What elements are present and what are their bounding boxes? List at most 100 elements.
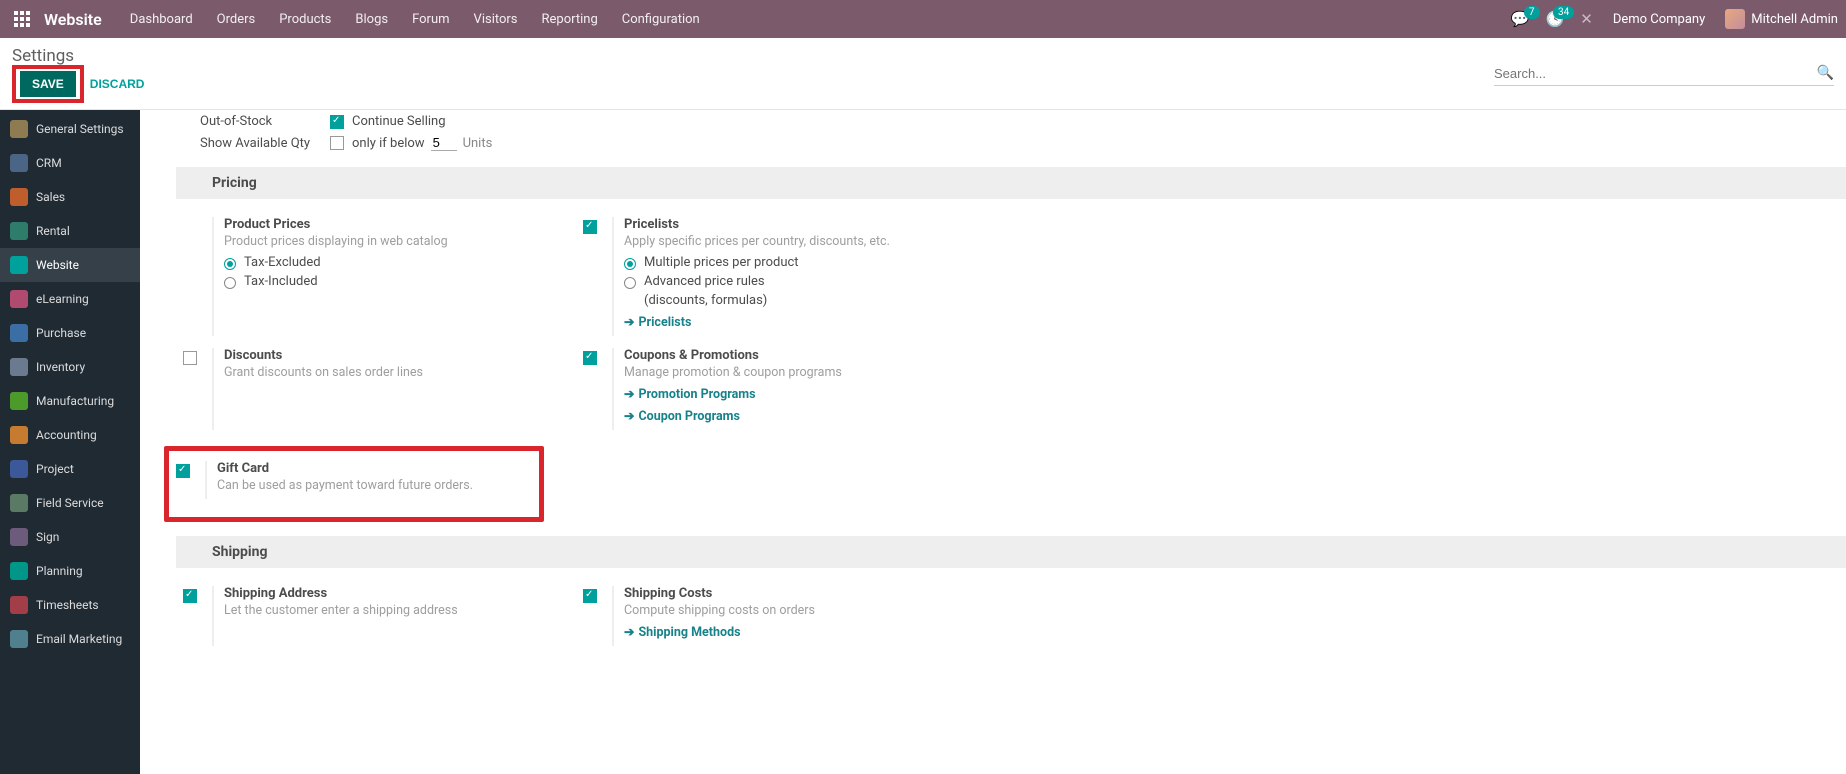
shipping-methods-link[interactable]: ➔Shipping Methods	[624, 624, 976, 640]
sidebar-item-purchase[interactable]: Purchase	[0, 316, 140, 350]
sidebar-item-label: Field Service	[36, 496, 104, 510]
settings-content: Out-of-Stock Continue Selling Show Avail…	[140, 110, 1846, 774]
sidebar-item-label: Website	[36, 258, 79, 272]
show-qty-row: Show Available Qty only if below Units	[200, 131, 1846, 153]
sidebar-item-general-settings[interactable]: General Settings	[0, 112, 140, 146]
arrow-right-icon: ➔	[624, 314, 634, 330]
promotion-programs-link[interactable]: ➔Promotion Programs	[624, 386, 976, 402]
setting-pricelists: Pricelists Apply specific prices per cou…	[576, 211, 976, 342]
save-button[interactable]: SAVE	[20, 71, 76, 97]
pricelists-link[interactable]: ➔Pricelists	[624, 314, 976, 330]
sidebar-item-label: Project	[36, 462, 74, 476]
qty-threshold-input[interactable]	[431, 135, 457, 151]
activities-badge: 34	[1553, 6, 1574, 19]
coupon-programs-link[interactable]: ➔Coupon Programs	[624, 408, 976, 424]
sidebar-item-sales[interactable]: Sales	[0, 180, 140, 214]
sidebar-item-accounting[interactable]: Accounting	[0, 418, 140, 452]
sidebar-item-website[interactable]: Website	[0, 248, 140, 282]
sidebar-item-inventory[interactable]: Inventory	[0, 350, 140, 384]
sidebar-item-label: CRM	[36, 156, 62, 170]
module-icon	[10, 256, 28, 274]
setting-shipping-costs: Shipping Costs Compute shipping costs on…	[576, 580, 976, 652]
sidebar-item-label: Inventory	[36, 360, 85, 374]
only-if-below-label: only if below	[352, 136, 425, 151]
close-icon[interactable]: ✕	[1580, 10, 1593, 28]
module-icon	[10, 528, 28, 546]
page-title: Settings	[12, 46, 74, 66]
activities-icon[interactable]: 🕓 34	[1546, 10, 1565, 28]
sidebar-item-planning[interactable]: Planning	[0, 554, 140, 588]
sidebar-item-rental[interactable]: Rental	[0, 214, 140, 248]
sidebar-item-sign[interactable]: Sign	[0, 520, 140, 554]
user-name: Mitchell Admin	[1751, 12, 1838, 27]
nav-visitors[interactable]: Visitors	[462, 12, 530, 27]
product-prices-title: Product Prices	[224, 217, 576, 232]
tax-included-radio[interactable]	[224, 277, 236, 289]
sidebar-item-label: eLearning	[36, 292, 89, 306]
sidebar-item-project[interactable]: Project	[0, 452, 140, 486]
discounts-checkbox[interactable]	[183, 351, 197, 365]
nav-dashboard[interactable]: Dashboard	[118, 12, 205, 27]
sidebar-item-field-service[interactable]: Field Service	[0, 486, 140, 520]
sidebar-item-label: Rental	[36, 224, 70, 238]
shipping-costs-title: Shipping Costs	[624, 586, 976, 601]
subheader: Settings SAVE DISCARD 🔍	[0, 38, 1846, 110]
shipping-address-checkbox[interactable]	[183, 589, 197, 603]
messages-icon[interactable]: 💬 7	[1511, 10, 1530, 28]
nav-blogs[interactable]: Blogs	[343, 12, 400, 27]
search-bar: 🔍	[1494, 62, 1834, 86]
show-qty-label: Show Available Qty	[200, 136, 330, 151]
module-icon	[10, 188, 28, 206]
coupons-title: Coupons & Promotions	[624, 348, 976, 363]
setting-product-prices: Product Prices Product prices displaying…	[176, 211, 576, 342]
nav-forum[interactable]: Forum	[400, 12, 461, 27]
sidebar-item-manufacturing[interactable]: Manufacturing	[0, 384, 140, 418]
settings-sidebar: General Settings CRM Sales Rental Website eLe…	[0, 110, 140, 774]
sidebar-item-label: Purchase	[36, 326, 86, 340]
nav-products[interactable]: Products	[267, 12, 343, 27]
tax-excluded-radio[interactable]	[224, 258, 236, 270]
coupons-checkbox[interactable]	[583, 351, 597, 365]
shipping-costs-checkbox[interactable]	[583, 589, 597, 603]
nav-configuration[interactable]: Configuration	[610, 12, 712, 27]
multi-price-radio[interactable]	[624, 258, 636, 270]
module-icon	[10, 562, 28, 580]
setting-shipping-address: Shipping Address Let the customer enter …	[176, 580, 576, 652]
sidebar-item-label: Sales	[36, 190, 65, 204]
continue-selling-checkbox[interactable]	[330, 115, 344, 129]
search-icon[interactable]: 🔍	[1817, 65, 1834, 81]
pricelists-desc: Apply specific prices per country, disco…	[624, 234, 976, 249]
sidebar-item-crm[interactable]: CRM	[0, 146, 140, 180]
setting-coupons: Coupons & Promotions Manage promotion & …	[576, 342, 976, 436]
module-icon	[10, 460, 28, 478]
topbar: Website Dashboard Orders Products Blogs …	[0, 0, 1846, 38]
gift-card-desc: Can be used as payment toward future ord…	[217, 478, 533, 493]
nav-orders[interactable]: Orders	[205, 12, 268, 27]
arrow-right-icon: ➔	[624, 386, 634, 402]
module-icon	[10, 392, 28, 410]
apps-launcher-icon[interactable]	[8, 5, 36, 33]
adv-price-radio[interactable]	[624, 277, 636, 289]
search-input[interactable]	[1494, 62, 1811, 85]
pricing-header: Pricing	[176, 167, 1846, 199]
only-if-below-checkbox[interactable]	[330, 136, 344, 150]
brand-title[interactable]: Website	[44, 10, 102, 29]
sidebar-item-label: Planning	[36, 564, 83, 578]
gift-card-checkbox[interactable]	[176, 464, 190, 478]
units-label: Units	[463, 136, 493, 151]
out-of-stock-row: Out-of-Stock Continue Selling	[200, 110, 1846, 131]
product-prices-desc: Product prices displaying in web catalog	[224, 234, 576, 249]
nav-reporting[interactable]: Reporting	[530, 12, 610, 27]
pricelists-checkbox[interactable]	[583, 220, 597, 234]
user-menu[interactable]: Mitchell Admin	[1725, 9, 1838, 29]
sidebar-item-label: Accounting	[36, 428, 97, 442]
pricelists-title: Pricelists	[624, 217, 976, 232]
company-name[interactable]: Demo Company	[1613, 12, 1705, 27]
sidebar-item-elearning[interactable]: eLearning	[0, 282, 140, 316]
sidebar-item-email-marketing[interactable]: Email Marketing	[0, 622, 140, 656]
discard-button[interactable]: DISCARD	[90, 77, 145, 91]
sidebar-item-timesheets[interactable]: Timesheets	[0, 588, 140, 622]
arrow-right-icon: ➔	[624, 624, 634, 640]
messages-badge: 7	[1524, 6, 1540, 19]
shipping-address-title: Shipping Address	[224, 586, 576, 601]
